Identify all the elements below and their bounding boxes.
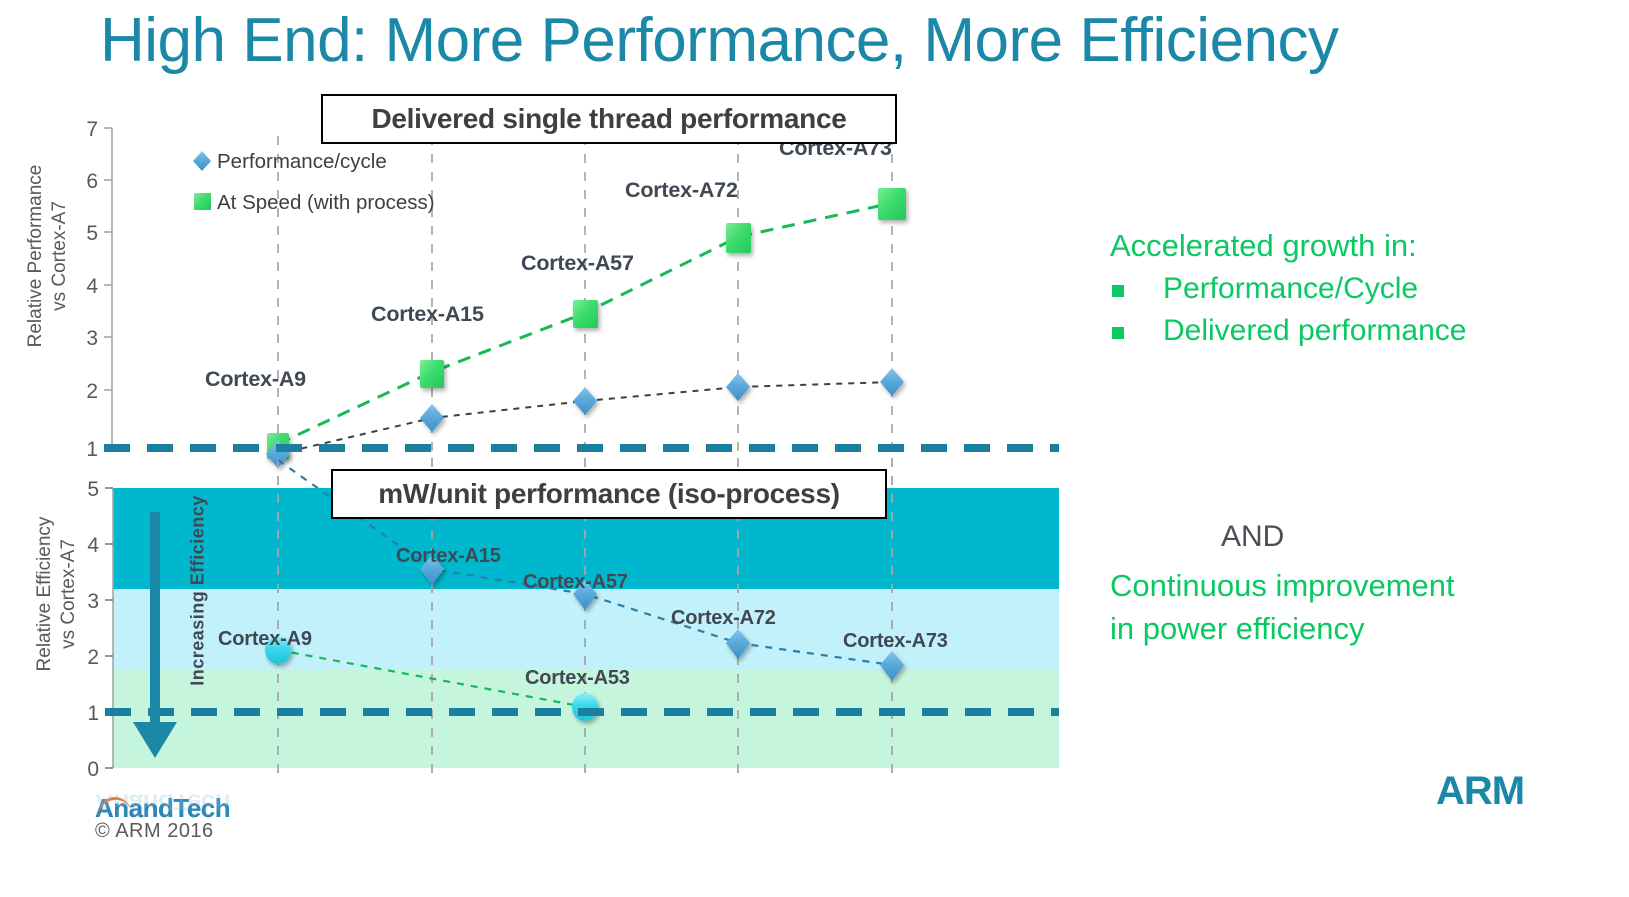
- series-at-speed-markers: [267, 188, 906, 459]
- arm-logo: ARM: [1436, 769, 1525, 813]
- svg-text:4: 4: [86, 275, 98, 298]
- svg-text:7: 7: [86, 118, 98, 141]
- y-axis-title-bottom: Relative Efficiency vs Cortex-A7: [34, 516, 79, 672]
- svg-text:1: 1: [87, 702, 99, 725]
- svg-text:5: 5: [86, 222, 98, 245]
- point-label-a57-bottom: Cortex-A57: [523, 571, 628, 593]
- right-panel-and: AND: [1221, 520, 1285, 553]
- bullet-square-icon: [1112, 285, 1124, 297]
- increasing-efficiency-label: Increasing Efficiency: [187, 495, 208, 686]
- legend-marker-diamond-icon: [193, 151, 211, 171]
- right-panel-bullet-delivered-performance: Delivered performance: [1112, 314, 1466, 348]
- svg-text:4: 4: [87, 534, 99, 557]
- svg-text:6: 6: [86, 170, 98, 193]
- y-axis-title-top: Relative Performance vs Cortex-A7: [25, 164, 70, 348]
- anandtech-watermark: AnandTech: [95, 793, 231, 823]
- svg-text:2: 2: [87, 646, 99, 669]
- bullet-label: Delivered performance: [1163, 314, 1467, 347]
- series-perf-per-cycle-markers: [266, 368, 904, 468]
- legend-label-perf-per-cycle: Performance/cycle: [217, 150, 387, 173]
- legend-marker-square-icon: [194, 193, 211, 210]
- point-label-a15-bottom: Cortex-A15: [396, 545, 501, 567]
- svg-text:0: 0: [87, 758, 99, 781]
- legend-label-at-speed: At Speed (with process): [217, 191, 435, 214]
- point-label-a72-top: Cortex-A72: [625, 178, 738, 202]
- callout-power-efficiency: mW/unit performance (iso-process): [331, 469, 887, 519]
- point-label-a73-bottom: Cortex-A73: [843, 630, 948, 652]
- page-title: High End: More Performance, More Efficie…: [100, 6, 1339, 75]
- svg-text:3: 3: [87, 590, 99, 613]
- chart-top-svg: 7 6 5 4 3 2 1 Performance/cycle At Speed…: [86, 118, 1059, 468]
- point-label-a9-top: Cortex-A9: [205, 367, 306, 391]
- point-label-a9-bottom: Cortex-A9: [218, 628, 312, 650]
- chart-legend: Performance/cycle At Speed (with process…: [193, 150, 435, 214]
- right-panel-continuous-line1: Continuous improvement: [1110, 568, 1455, 603]
- svg-text:1: 1: [86, 438, 98, 461]
- point-label-a15-top: Cortex-A15: [371, 302, 484, 326]
- callout-delivered-performance: Delivered single thread performance: [321, 94, 897, 144]
- right-panel-bullet-performance-cycle: Performance/Cycle: [1112, 272, 1418, 306]
- svg-text:3: 3: [86, 327, 98, 350]
- y-axis-ticks: [104, 127, 112, 449]
- svg-text:5: 5: [87, 478, 99, 501]
- bullet-label: Performance/Cycle: [1163, 272, 1419, 305]
- slide-canvas: High End: More Performance, More Efficie…: [0, 0, 1629, 897]
- y-axis-ticks-bottom: [105, 487, 113, 769]
- point-label-a72-bottom: Cortex-A72: [671, 607, 776, 629]
- point-label-a57-top: Cortex-A57: [521, 251, 634, 275]
- point-label-a53-bottom: Cortex-A53: [525, 667, 630, 689]
- chart-delivered-performance: 7 6 5 4 3 2 1 Performance/cycle At Speed…: [84, 118, 1059, 468]
- right-panel-heading: Accelerated growth in:: [1110, 228, 1417, 263]
- y-axis-tick-labels-bottom: 5 4 3 2 1 0: [87, 478, 99, 781]
- right-panel-continuous-line2: in power efficiency: [1110, 611, 1365, 646]
- svg-text:2: 2: [86, 380, 98, 403]
- copyright-notice: © ARM 2016: [95, 820, 214, 842]
- bullet-square-icon: [1112, 327, 1124, 339]
- y-axis-tick-labels: 7 6 5 4 3 2 1: [86, 118, 98, 461]
